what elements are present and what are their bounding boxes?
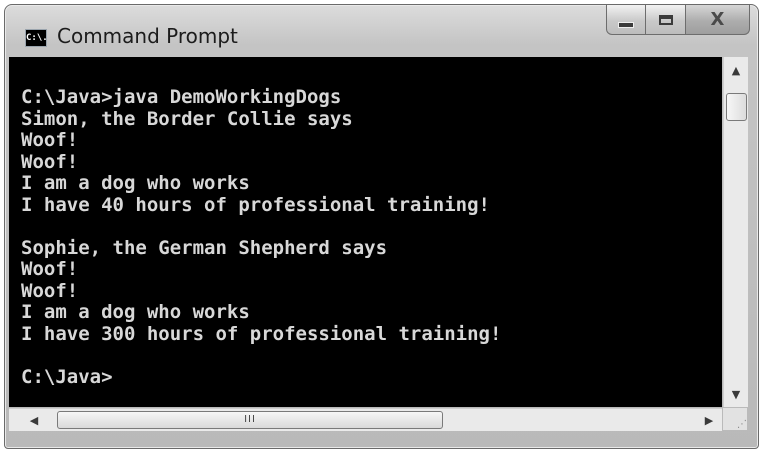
close-icon: X <box>710 9 725 30</box>
window-title: Command Prompt <box>57 24 238 48</box>
minimize-icon <box>618 21 634 28</box>
scroll-down-arrow-icon[interactable]: ▼ <box>724 383 748 405</box>
maximize-button[interactable] <box>646 5 686 35</box>
horizontal-scrollbar[interactable]: ◀ III ▶ <box>9 408 722 431</box>
scroll-right-arrow-icon[interactable]: ▶ <box>698 409 720 431</box>
scroll-left-arrow-icon[interactable]: ◀ <box>23 409 45 431</box>
console-line: I have 40 hours of professional training… <box>21 193 490 216</box>
vertical-scrollbar[interactable]: ▲ ▼ <box>723 57 748 407</box>
console-line: I am a dog who works <box>21 172 250 194</box>
console-line: Woof! <box>21 279 79 302</box>
close-button[interactable]: X <box>686 5 750 35</box>
console-line: Woof! <box>21 129 79 151</box>
console-line: I am a dog who works <box>21 301 250 323</box>
console-line: I have 300 hours of professional trainin… <box>21 322 502 345</box>
console-output[interactable]: C:\Java>java DemoWorkingDogs Simon, the B… <box>9 57 722 407</box>
command-prompt-icon[interactable]: C:\. <box>25 29 48 47</box>
vertical-scroll-thumb[interactable] <box>726 93 747 121</box>
console-line: C:\Java> <box>21 365 113 388</box>
console-line: Woof! <box>21 258 79 280</box>
title-bar[interactable]: C:\. Command Prompt X <box>5 5 758 57</box>
maximize-icon <box>658 14 673 25</box>
console-line: Sophie, the German Shepherd says <box>21 236 388 259</box>
thumb-grip-icon: III <box>244 414 256 425</box>
console-line: Simon, the Border Collie says <box>21 107 353 130</box>
minimize-button[interactable] <box>606 5 646 35</box>
console-line: C:\Java>java DemoWorkingDogs <box>21 86 342 108</box>
horizontal-scroll-thumb[interactable]: III <box>57 411 443 429</box>
resize-grip-icon[interactable]: ⋰ <box>723 408 747 430</box>
console-line: Woof! <box>21 150 79 173</box>
scroll-up-arrow-icon[interactable]: ▲ <box>724 59 748 81</box>
caption-buttons: X <box>606 5 750 37</box>
